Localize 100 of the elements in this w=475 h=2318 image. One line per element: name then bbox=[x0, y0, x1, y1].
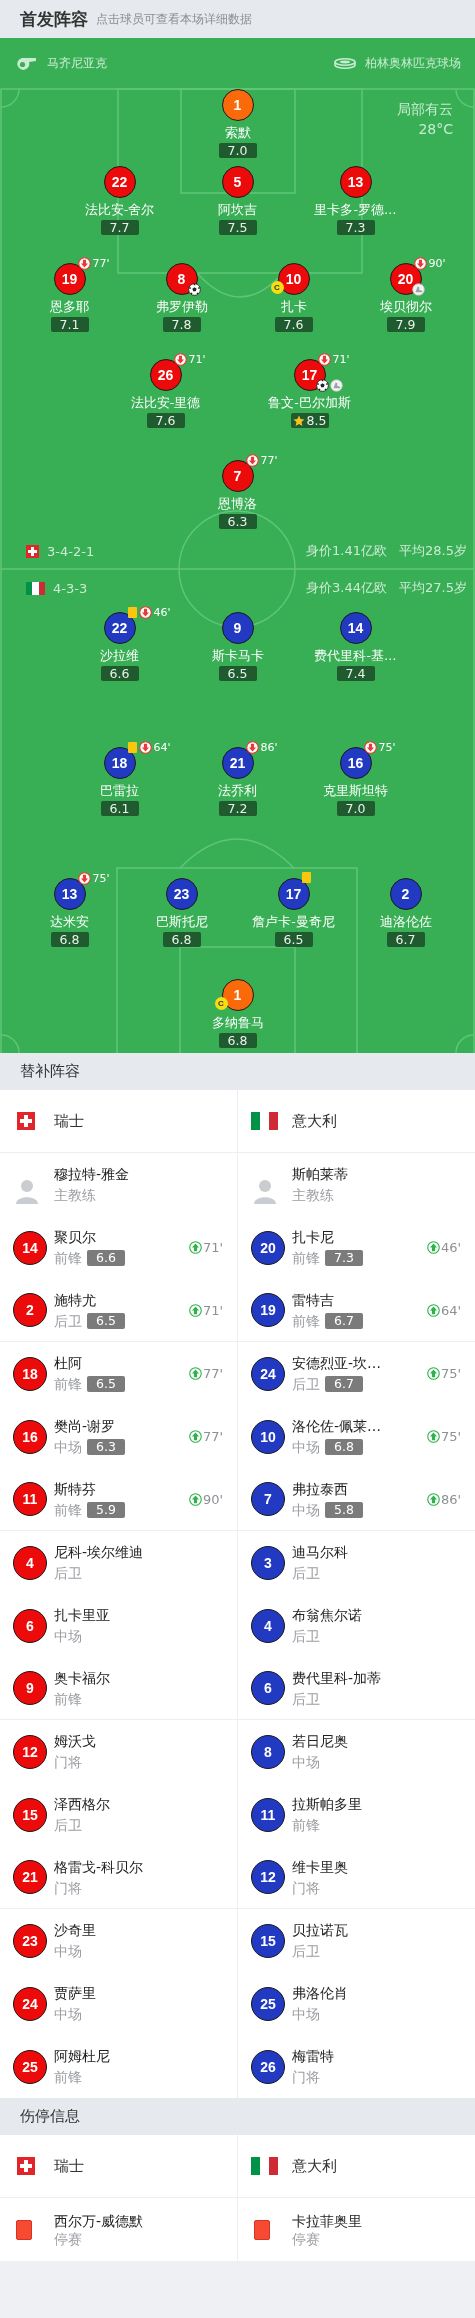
formation-text: 4-3-3 bbox=[53, 580, 88, 596]
player-name[interactable]: 弗拉泰西 bbox=[292, 1479, 363, 1498]
player-name[interactable]: 奥卡福尔 bbox=[54, 1668, 110, 1687]
jersey-number[interactable]: 10 bbox=[251, 1419, 285, 1454]
jersey-number[interactable]: 25 bbox=[251, 1986, 285, 2021]
player-rating: 6.3 bbox=[227, 514, 248, 529]
jersey-number[interactable]: 15 bbox=[251, 1923, 285, 1958]
player-name[interactable]: 樊尚-谢罗 bbox=[54, 1417, 125, 1435]
player-name: 巴斯托尼 bbox=[155, 913, 208, 930]
jersey-number[interactable]: 20 bbox=[251, 1230, 285, 1265]
jersey-number[interactable]: 18 bbox=[13, 1356, 47, 1391]
coach-name[interactable]: 穆拉特-雅金 bbox=[54, 1165, 130, 1183]
jersey-number[interactable]: 24 bbox=[13, 1986, 47, 2021]
coach-role: 主教练 bbox=[292, 1186, 335, 1204]
jersey-number[interactable]: 5 bbox=[221, 166, 254, 198]
player-name[interactable]: 泽西格尔 bbox=[54, 1795, 110, 1813]
player-rating: 6.7 bbox=[325, 1312, 363, 1329]
jersey-number[interactable]: 25 bbox=[13, 2049, 47, 2084]
player-name[interactable]: 阿姆杜尼 bbox=[54, 2047, 110, 2065]
player-name[interactable]: 姆沃戈 bbox=[54, 1732, 96, 1750]
player-name[interactable]: 拉斯帕多里 bbox=[292, 1795, 362, 1813]
jersey-number[interactable]: 6 bbox=[13, 1608, 47, 1643]
jersey-number[interactable]: 19 bbox=[251, 1293, 285, 1327]
jersey-number[interactable]: 12 bbox=[251, 1860, 285, 1894]
player-name[interactable]: 杜阿 bbox=[54, 1354, 125, 1372]
jersey-number[interactable]: 26 bbox=[149, 359, 182, 391]
corner-arc bbox=[0, 1034, 20, 1053]
jersey-number[interactable]: 23 bbox=[165, 878, 198, 910]
jersey-number[interactable]: 7 bbox=[251, 1482, 285, 1516]
substitution-in-icon bbox=[188, 1367, 202, 1380]
player-name[interactable]: 斯特芬 bbox=[54, 1479, 125, 1498]
player-position: 前锋 bbox=[292, 1816, 320, 1834]
jersey-number[interactable]: 9 bbox=[221, 612, 254, 644]
player-name[interactable]: 洛伦佐-佩莱… bbox=[292, 1417, 382, 1435]
jersey-number[interactable]: 22 bbox=[103, 612, 136, 644]
player-name[interactable]: 施特尤 bbox=[54, 1290, 125, 1309]
jersey-number[interactable]: 15 bbox=[13, 1797, 47, 1832]
player-name[interactable]: 格雷戈-科贝尔 bbox=[54, 1857, 144, 1876]
jersey-number[interactable]: 4 bbox=[251, 1608, 285, 1643]
jersey-number[interactable]: 6 bbox=[251, 1671, 285, 1705]
player-name[interactable]: 维卡里奥 bbox=[292, 1857, 348, 1876]
player-name[interactable]: 扎卡尼 bbox=[292, 1228, 363, 1246]
jersey-number[interactable]: 23 bbox=[13, 1923, 47, 1958]
jersey-number[interactable]: 18 bbox=[103, 747, 136, 779]
jersey-number[interactable]: 13 bbox=[339, 166, 372, 198]
player-name[interactable]: 雷特吉 bbox=[292, 1290, 363, 1309]
substitution-minute: 86' bbox=[440, 1491, 461, 1507]
jersey-number[interactable]: 21 bbox=[221, 747, 254, 779]
player-position: 中场 bbox=[54, 2005, 82, 2023]
jersey-number[interactable]: 8 bbox=[165, 263, 198, 295]
player-name: 弗罗伊勒 bbox=[155, 298, 208, 315]
stadium-name: 柏林奥林匹克球场 bbox=[365, 55, 461, 72]
substitution-in-icon bbox=[426, 1492, 440, 1506]
player-rating: 6.8 bbox=[325, 1439, 363, 1455]
jersey-number[interactable]: 24 bbox=[251, 1356, 285, 1391]
coach-name[interactable]: 斯帕莱蒂 bbox=[292, 1165, 348, 1183]
player-position: 前锋 bbox=[54, 1500, 82, 1519]
player-name[interactable]: 沙奇里 bbox=[54, 1921, 96, 1939]
player-name[interactable]: 卡拉菲奥里 bbox=[292, 2211, 362, 2230]
jersey-number[interactable]: 12 bbox=[13, 1734, 47, 1769]
player-name[interactable]: 扎卡里亚 bbox=[54, 1606, 110, 1624]
player-name[interactable]: 聚贝尔 bbox=[54, 1228, 125, 1246]
jersey-number[interactable]: 3 bbox=[251, 1545, 285, 1580]
player-name[interactable]: 西尔万-威德默 bbox=[54, 2211, 144, 2230]
player-name: 鲁文-巴尔加斯 bbox=[268, 394, 351, 411]
jersey-number[interactable]: 8 bbox=[251, 1734, 285, 1769]
player-name[interactable]: 尼科-埃尔维迪 bbox=[54, 1543, 144, 1561]
jersey-number[interactable]: 21 bbox=[13, 1860, 47, 1894]
player-rating: 6.7 bbox=[325, 1376, 363, 1392]
jersey-number[interactable]: 14 bbox=[339, 612, 372, 644]
player-name[interactable]: 弗洛伦肖 bbox=[292, 1984, 348, 2002]
jersey-number[interactable]: 16 bbox=[13, 1419, 47, 1454]
player-name[interactable]: 安德烈亚-坎… bbox=[292, 1354, 382, 1372]
player-name[interactable]: 布翁焦尔诺 bbox=[292, 1606, 362, 1624]
jersey-number[interactable]: 22 bbox=[103, 166, 136, 198]
market-value-text: 身价3.44亿欧 bbox=[306, 579, 388, 597]
jersey-number[interactable]: 11 bbox=[13, 1482, 47, 1516]
player-name[interactable]: 贝拉诺瓦 bbox=[292, 1921, 348, 1939]
team-name: 意大利 bbox=[292, 2156, 337, 2176]
player-name[interactable]: 费代里科-加蒂 bbox=[292, 1668, 382, 1687]
jersey-number[interactable]: 17 bbox=[277, 878, 310, 910]
jersey-number[interactable]: 11 bbox=[251, 1797, 285, 1832]
player-rating: 6.8 bbox=[171, 932, 192, 947]
player-position: 门将 bbox=[292, 1878, 320, 1897]
player-name[interactable]: 若日尼奥 bbox=[292, 1732, 348, 1750]
jersey-number[interactable]: 4 bbox=[13, 1545, 47, 1580]
section-title: 替补阵容 bbox=[20, 1062, 80, 1081]
substitution-minute: 46' bbox=[440, 1240, 461, 1255]
player-name[interactable]: 贾萨里 bbox=[54, 1984, 96, 2002]
jersey-number[interactable]: 2 bbox=[389, 878, 422, 910]
player-name[interactable]: 梅雷特 bbox=[292, 2047, 334, 2065]
jersey-number[interactable]: 13 bbox=[53, 878, 86, 910]
player-name[interactable]: 迪马尔科 bbox=[292, 1543, 348, 1561]
jersey-number[interactable]: 2 bbox=[13, 1293, 47, 1327]
jersey-number[interactable]: 7 bbox=[221, 460, 254, 492]
jersey-number[interactable]: 26 bbox=[251, 2049, 285, 2084]
jersey-number[interactable]: 16 bbox=[339, 747, 372, 779]
jersey-number[interactable]: 14 bbox=[13, 1230, 47, 1265]
jersey-number[interactable]: 9 bbox=[13, 1671, 47, 1705]
jersey-number[interactable]: 19 bbox=[53, 263, 86, 295]
